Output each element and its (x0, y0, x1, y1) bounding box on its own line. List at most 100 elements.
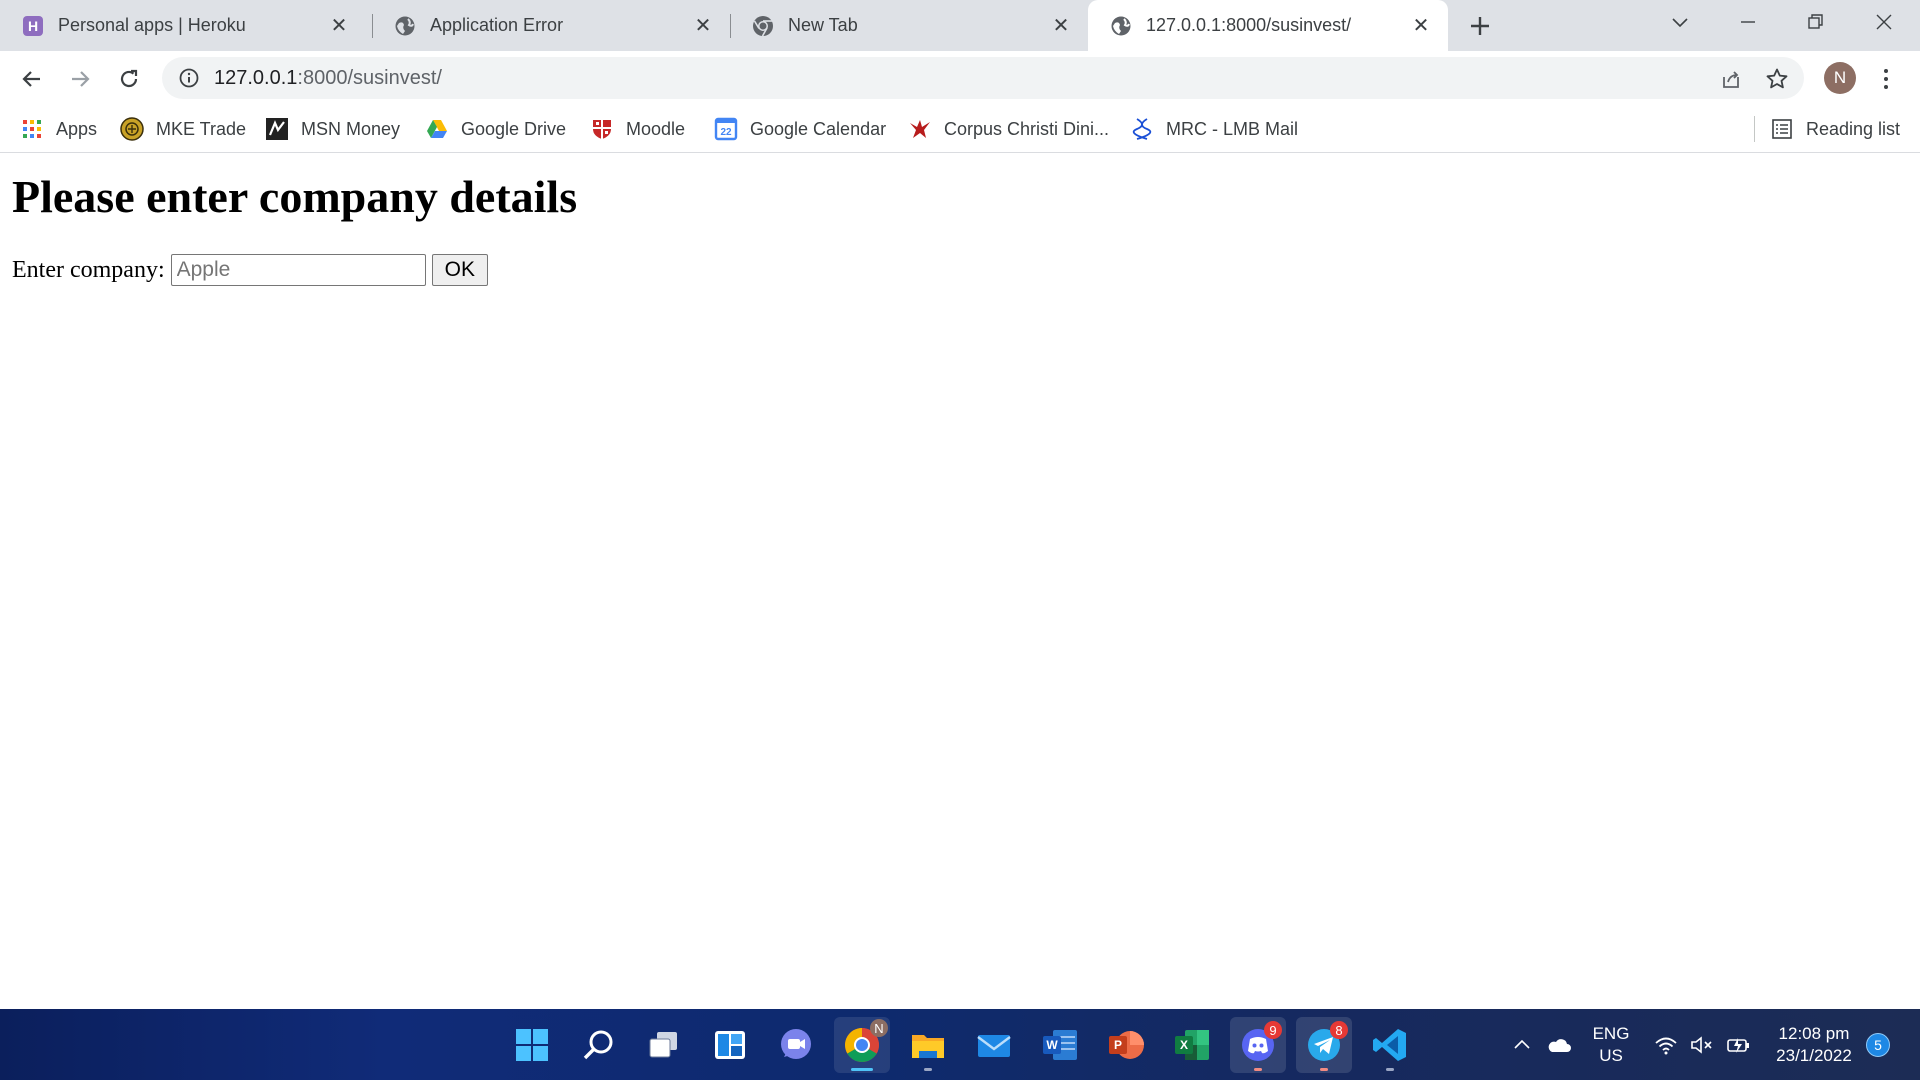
windows-taskbar: N W P X 9 8 ENG US 12:08 pm 23/1/2022 5 (0, 1009, 1920, 1080)
excel-letter: X (1180, 1038, 1188, 1052)
reload-button[interactable] (112, 62, 146, 96)
bookmark-star-icon[interactable] (1764, 66, 1790, 92)
bookmark-label: Corpus Christi Dini... (944, 118, 1110, 139)
chevron-down-icon (1672, 18, 1688, 28)
language-indicator[interactable]: ENG US (1588, 1009, 1634, 1080)
restore-icon (1808, 14, 1823, 29)
bookmark-label: MKE Trade (156, 118, 247, 139)
more-menu-button[interactable] (1874, 62, 1898, 96)
reading-list-icon (1770, 117, 1794, 141)
new-tab-button[interactable] (1464, 10, 1496, 42)
widgets-button[interactable] (702, 1017, 758, 1073)
company-input[interactable] (170, 254, 426, 286)
bookmark-label: Google Drive (461, 118, 567, 139)
address-url[interactable]: 127.0.0.1:8000/susinvest/ (214, 67, 442, 90)
keyboard-region: US (1599, 1045, 1623, 1065)
plus-icon (1471, 17, 1489, 35)
arrow-right-icon (72, 71, 90, 87)
ok-button[interactable]: OK (431, 254, 488, 286)
bookmark-label: Google Calendar (750, 118, 887, 139)
file-explorer-button[interactable] (900, 1017, 956, 1073)
clock-time: 12:08 pm (1778, 1023, 1850, 1043)
back-button[interactable] (15, 62, 49, 96)
close-window-button[interactable] (1854, 0, 1914, 44)
bookmark-apps[interactable]: Apps (20, 115, 97, 143)
heroku-icon: H (22, 15, 44, 37)
discord-button[interactable]: 9 (1230, 1017, 1286, 1073)
cloud-icon (1548, 1038, 1571, 1052)
tab-close-icon[interactable]: ✕ (1410, 15, 1432, 37)
menu-dot (1884, 77, 1888, 81)
globe-icon (394, 15, 416, 37)
network-volume-battery[interactable] (1654, 1009, 1752, 1080)
running-app-indicator (924, 1068, 932, 1071)
tab-strip: H Personal apps | Heroku ✕ Application E… (0, 0, 1920, 51)
bookmark-label: MRC - LMB Mail (1166, 118, 1299, 139)
excel-icon: X (1175, 1030, 1209, 1060)
page-content: Please enter company details Enter compa… (0, 154, 1920, 1009)
restore-button[interactable] (1786, 0, 1846, 44)
telegram-unread-badge: 8 (1330, 1021, 1348, 1039)
calendar-day-text: 22 (720, 127, 732, 138)
forward-button[interactable] (63, 62, 97, 96)
company-form: Enter company: OK (12, 254, 488, 286)
tray-overflow-button[interactable] (1512, 1009, 1532, 1080)
chevron-up-icon (1514, 1039, 1530, 1049)
vscode-icon (1373, 1029, 1406, 1061)
tab-title: Personal apps | Heroku (58, 15, 246, 35)
start-button[interactable] (504, 1017, 560, 1073)
minimize-button[interactable] (1718, 0, 1778, 44)
wifi-icon (1655, 1037, 1677, 1054)
share-icon[interactable] (1718, 66, 1744, 92)
close-icon (1876, 14, 1892, 30)
excel-button[interactable]: X (1164, 1017, 1220, 1073)
bookmark-google-calendar[interactable]: 22 Google Calendar (714, 115, 886, 143)
tab-close-icon[interactable]: ✕ (692, 15, 714, 37)
notification-badge[interactable]: 5 (1866, 1033, 1890, 1057)
reading-list-button[interactable]: Reading list (1770, 115, 1900, 143)
tab-search-button[interactable] (1650, 0, 1710, 44)
bookmark-mrc-lmb-mail[interactable]: MRC - LMB Mail (1130, 115, 1298, 143)
telegram-button[interactable]: 8 (1296, 1017, 1352, 1073)
powerpoint-button[interactable]: P (1098, 1017, 1154, 1073)
mail-button[interactable] (966, 1017, 1022, 1073)
vscode-button[interactable] (1362, 1017, 1418, 1073)
tab-susinvest[interactable]: 127.0.0.1:8000/susinvest/ ✕ (1088, 0, 1448, 51)
tab-close-icon[interactable]: ✕ (328, 15, 350, 37)
site-info-icon[interactable] (178, 67, 200, 89)
taskbar-search-button[interactable] (570, 1017, 626, 1073)
bookmark-moodle[interactable]: Moodle (590, 115, 685, 143)
windows-logo-icon (516, 1029, 548, 1061)
moodle-shield-icon (590, 117, 614, 141)
menu-dot (1884, 69, 1888, 73)
reload-icon (120, 69, 138, 88)
tab-close-icon[interactable]: ✕ (1050, 15, 1072, 37)
chrome-icon (752, 15, 774, 37)
bookmark-msn-money[interactable]: MSN Money (265, 115, 400, 143)
bookmark-label: Apps (56, 118, 98, 139)
svg-text:H: H (28, 18, 38, 34)
google-drive-icon (425, 117, 449, 141)
bookmark-mke-trade[interactable]: MKE Trade (120, 115, 246, 143)
discord-unread-badge: 9 (1264, 1021, 1282, 1039)
tab-title: 127.0.0.1:8000/susinvest/ (1146, 15, 1352, 35)
eagle-icon (908, 117, 932, 141)
bookmark-google-drive[interactable]: Google Drive (425, 115, 566, 143)
profile-avatar[interactable]: N (1824, 62, 1856, 94)
chrome-taskbar-button[interactable]: N (834, 1017, 890, 1073)
word-button[interactable]: W (1032, 1017, 1088, 1073)
clock[interactable]: 12:08 pm 23/1/2022 (1766, 1009, 1862, 1080)
task-view-button[interactable] (636, 1017, 692, 1073)
msn-money-icon (265, 117, 289, 141)
tab-new-tab[interactable]: New Tab ✕ (730, 0, 1088, 51)
bookmark-corpus-christi[interactable]: Corpus Christi Dini... (908, 115, 1109, 143)
chat-button[interactable] (768, 1017, 824, 1073)
powerpoint-icon: P (1109, 1031, 1144, 1059)
address-bar[interactable]: 127.0.0.1:8000/susinvest/ (162, 57, 1804, 99)
google-calendar-icon: 22 (714, 117, 738, 141)
tab-heroku[interactable]: H Personal apps | Heroku ✕ (0, 0, 366, 51)
onedrive-button[interactable] (1546, 1009, 1572, 1080)
tab-title: New Tab (788, 15, 858, 35)
tab-application-error[interactable]: Application Error ✕ (372, 0, 730, 51)
running-app-indicator (1386, 1068, 1394, 1071)
